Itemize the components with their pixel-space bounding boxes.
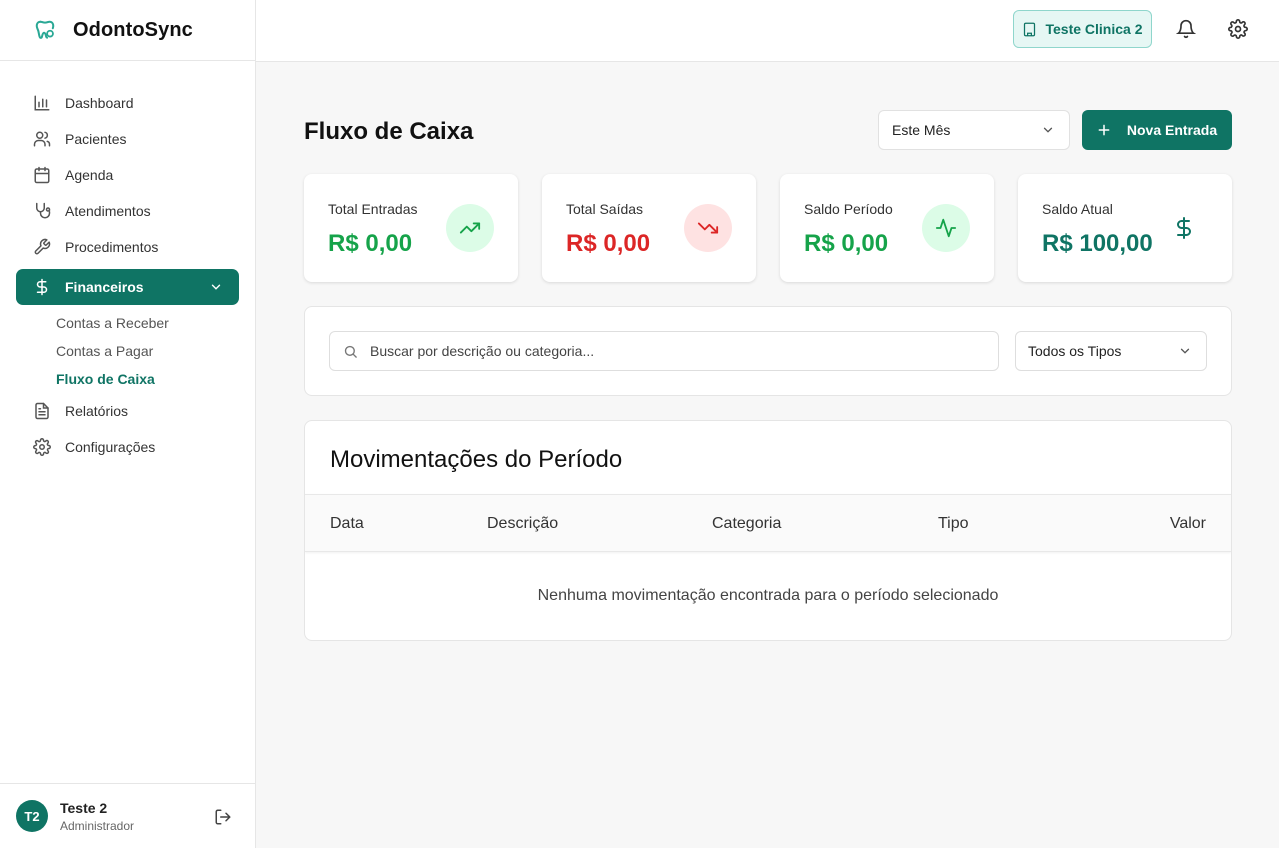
search-placeholder: Buscar por descrição ou categoria... <box>370 343 595 359</box>
clinic-name: Teste Clinica 2 <box>1045 21 1143 37</box>
sidebar-item-label: Pacientes <box>65 131 127 147</box>
brand[interactable]: OdontoSync <box>0 0 255 61</box>
sidebar-item-configuracoes[interactable]: Configurações <box>0 429 255 465</box>
table-title: Movimentações do Período <box>330 446 623 473</box>
chevron-down-icon[interactable] <box>209 280 223 294</box>
calendar-icon <box>32 165 52 185</box>
submenu-item-contas-receber[interactable]: Contas a Receber <box>56 309 255 337</box>
users-icon <box>32 129 52 149</box>
document-icon <box>32 401 52 421</box>
card-label: Saldo Período <box>804 201 893 217</box>
new-entry-label: Nova Entrada <box>1126 122 1218 138</box>
card-label: Total Entradas <box>328 201 418 217</box>
sidebar-item-label: Dashboard <box>65 95 134 111</box>
financeiros-submenu: Contas a Receber Contas a Pagar Fluxo de… <box>0 309 255 393</box>
activity-icon <box>922 204 970 252</box>
sidebar-item-label: Agenda <box>65 167 114 183</box>
sidebar-item-pacientes[interactable]: Pacientes <box>0 121 255 157</box>
search-icon <box>343 344 358 359</box>
card-label: Saldo Atual <box>1042 201 1113 217</box>
filter-panel: Buscar por descrição ou categoria... Tod… <box>304 306 1232 396</box>
card-value: R$ 0,00 <box>328 230 413 257</box>
column-header-tipo[interactable]: Tipo <box>938 515 969 533</box>
sidebar-item-relatorios[interactable]: Relatórios <box>0 393 255 429</box>
column-header-valor[interactable]: Valor <box>1170 515 1206 533</box>
sidebar-item-label: Financeiros <box>65 279 144 295</box>
chevron-down-icon <box>1041 123 1055 137</box>
top-bar: Teste Clinica 2 <box>256 0 1279 62</box>
user-role: Administrador <box>60 818 135 833</box>
building-icon <box>1022 22 1037 37</box>
card-value: R$ 0,00 <box>804 230 889 257</box>
column-header-descricao[interactable]: Descrição <box>487 515 558 533</box>
app-name: OdontoSync <box>73 18 193 41</box>
sidebar-item-dashboard[interactable]: Dashboard <box>0 85 255 121</box>
table-header: Data Descrição Categoria Tipo Valor <box>305 494 1231 552</box>
gear-icon[interactable] <box>1228 19 1248 39</box>
submenu-item-fluxo-caixa[interactable]: Fluxo de Caixa <box>56 365 255 393</box>
period-select-value: Este Mês <box>892 122 951 138</box>
new-entry-button[interactable]: Nova Entrada <box>1082 110 1232 150</box>
avatar[interactable]: T2 <box>16 800 48 832</box>
page-title: Fluxo de Caixa <box>304 118 474 145</box>
column-header-categoria[interactable]: Categoria <box>712 515 781 533</box>
user-name: Teste 2 <box>60 799 108 816</box>
stethoscope-icon <box>32 201 52 221</box>
dollar-icon <box>1160 204 1208 252</box>
sidebar-item-agenda[interactable]: Agenda <box>0 157 255 193</box>
trending-up-icon <box>446 204 494 252</box>
card-value: R$ 100,00 <box>1042 230 1153 257</box>
logout-icon[interactable] <box>214 808 232 826</box>
card-saldo-periodo: Saldo Período R$ 0,00 <box>780 174 994 282</box>
card-label: Total Saídas <box>566 201 644 217</box>
card-value: R$ 0,00 <box>566 230 651 257</box>
type-select[interactable]: Todos os Tipos <box>1015 331 1207 371</box>
sidebar-item-label: Configurações <box>65 439 156 455</box>
card-total-saidas: Total Saídas R$ 0,00 <box>542 174 756 282</box>
search-input[interactable]: Buscar por descrição ou categoria... <box>329 331 999 371</box>
card-total-entradas: Total Entradas R$ 0,00 <box>304 174 518 282</box>
sidebar-item-label: Procedimentos <box>65 239 159 255</box>
bell-icon[interactable] <box>1176 19 1196 39</box>
tooth-logo-icon <box>33 18 57 42</box>
wrench-icon <box>32 237 52 257</box>
dollar-icon <box>32 277 52 297</box>
card-saldo-atual: Saldo Atual R$ 100,00 <box>1018 174 1232 282</box>
sidebar-item-procedimentos[interactable]: Procedimentos <box>0 229 255 265</box>
plus-icon <box>1097 123 1111 137</box>
submenu-item-contas-pagar[interactable]: Contas a Pagar <box>56 337 255 365</box>
sidebar-item-financeiros[interactable]: Financeiros <box>16 269 239 305</box>
period-select[interactable]: Este Mês <box>878 110 1070 150</box>
column-header-data[interactable]: Data <box>330 515 364 533</box>
clinic-selector-button[interactable]: Teste Clinica 2 <box>1013 10 1152 48</box>
sidebar-item-label: Relatórios <box>65 403 129 419</box>
transactions-panel: Movimentações do Período Data Descrição … <box>304 420 1232 641</box>
type-select-value: Todos os Tipos <box>1028 343 1122 359</box>
gear-icon <box>32 437 52 457</box>
sidebar: OdontoSync Dashboard Pacientes Agenda At… <box>0 0 256 848</box>
chevron-down-icon <box>1178 344 1192 358</box>
empty-state-message: Nenhuma movimentação encontrada para o p… <box>537 587 999 604</box>
sidebar-item-label: Atendimentos <box>65 203 151 219</box>
sidebar-item-atendimentos[interactable]: Atendimentos <box>0 193 255 229</box>
sidebar-nav: Dashboard Pacientes Agenda Atendimentos … <box>0 61 255 465</box>
bar-chart-icon <box>32 93 52 113</box>
trending-down-icon <box>684 204 732 252</box>
user-profile: T2 Teste 2 Administrador <box>0 783 255 848</box>
